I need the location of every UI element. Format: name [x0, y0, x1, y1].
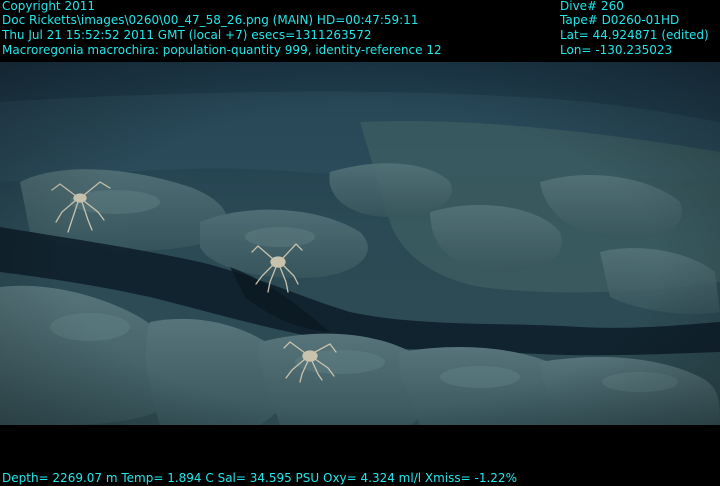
- video-frame: Copyright 2011 Doc Ricketts\images\0260\…: [0, 0, 720, 486]
- annotation-text: Macroregonia macrochira: population-quan…: [2, 43, 442, 57]
- seafloor-scene: [0, 62, 720, 425]
- tape-number: Tape# D0260-01HD: [560, 13, 680, 27]
- longitude: Lon= -130.235023: [560, 43, 673, 57]
- latitude: Lat= 44.924871 (edited): [560, 28, 709, 42]
- source-file-text: Doc Ricketts\images\0260\00_47_58_26.png…: [2, 13, 419, 27]
- timestamp-text: Thu Jul 21 15:52:52 2011 GMT (local +7) …: [2, 28, 372, 42]
- sensor-readout: Depth= 2269.07 m Temp= 1.894 C Sal= 34.5…: [2, 471, 517, 485]
